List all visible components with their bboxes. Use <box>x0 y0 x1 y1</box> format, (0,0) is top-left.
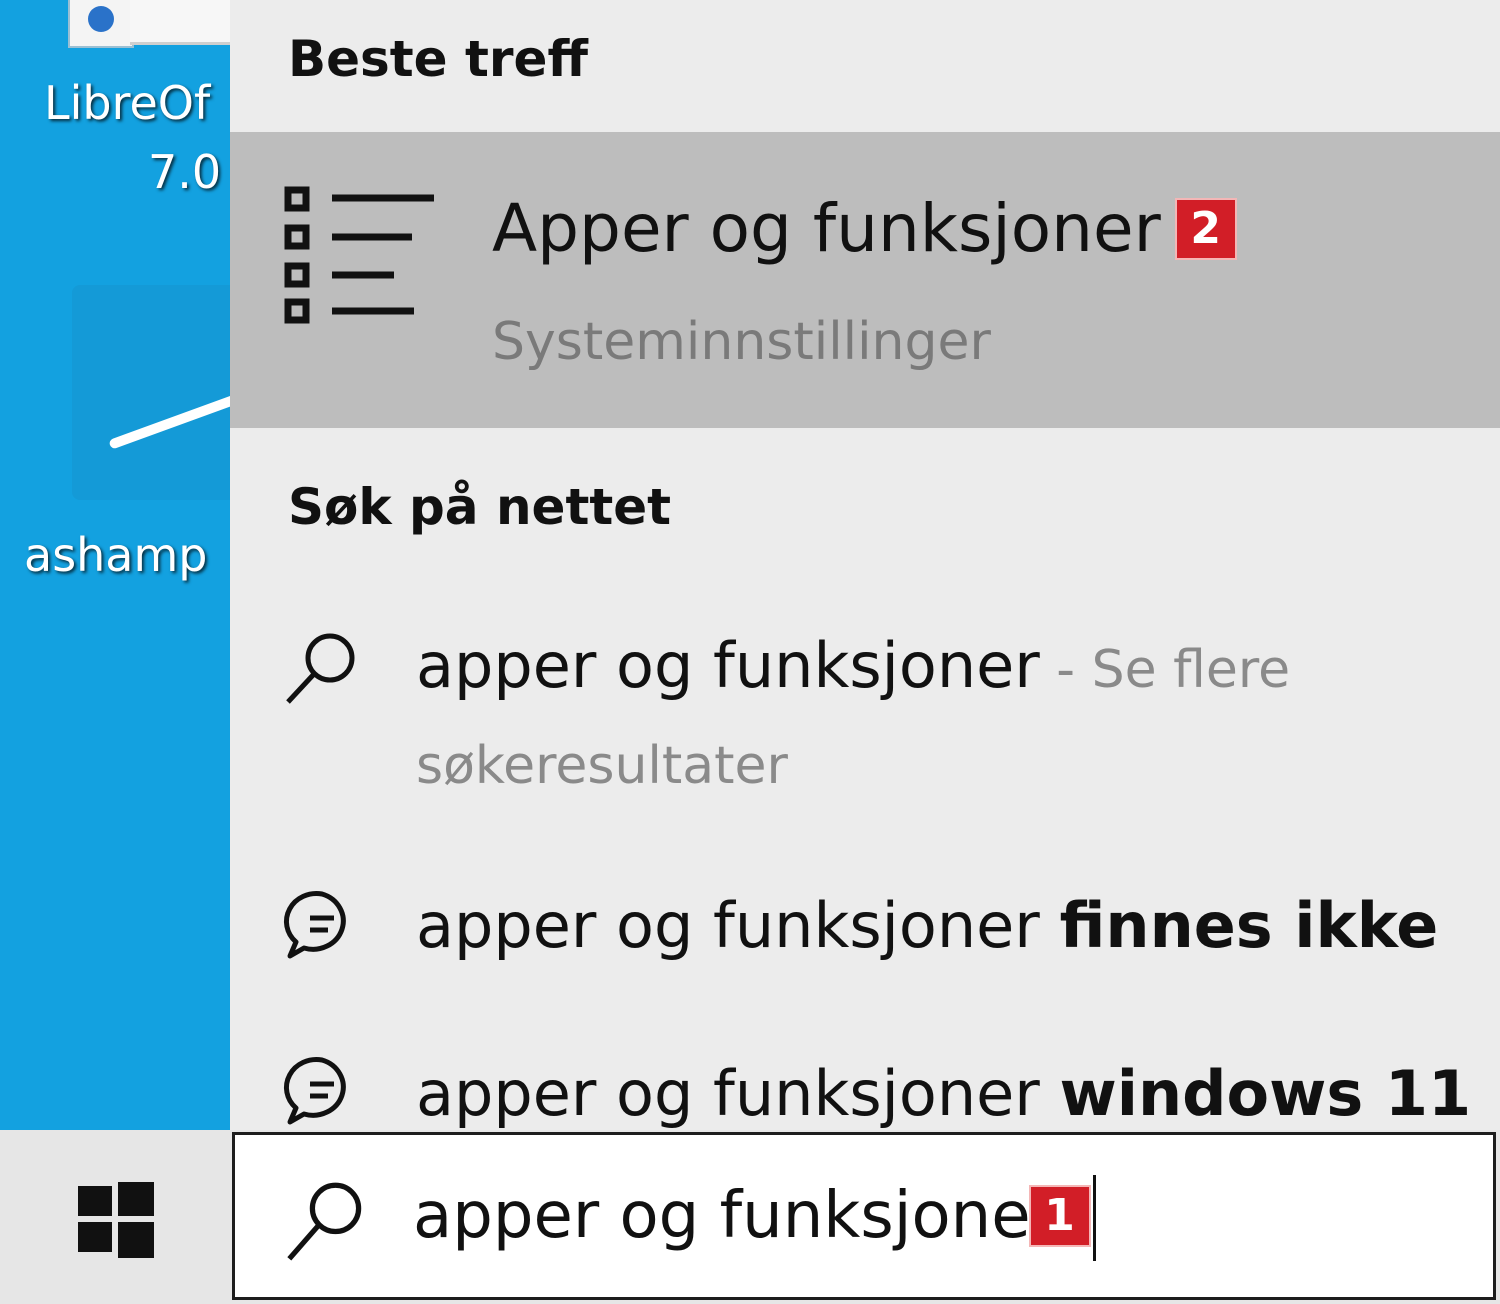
desktop-icon-top[interactable] <box>68 0 134 48</box>
desktop-icon-label-version[interactable]: 7.0 <box>148 145 221 199</box>
step-badge-1: 1 <box>1028 1185 1091 1247</box>
windows-logo-icon <box>78 1182 154 1258</box>
start-button[interactable] <box>0 1130 230 1304</box>
shortcut-arrow-icon <box>88 6 114 32</box>
best-match-subtitle: Systeminnstillinger <box>492 312 991 372</box>
desktop-icon-partial[interactable] <box>130 0 230 45</box>
search-results-panel: Beste treff Apper og funksjoner 2 Systemi… <box>230 0 1500 1132</box>
suggestion-completion: windows 11 <box>1059 1057 1472 1130</box>
best-match-heading: Beste treff <box>288 30 588 88</box>
suggestion-query: apper og funksjoner <box>416 1057 1060 1130</box>
text-caret <box>1092 1175 1096 1261</box>
web-suggestion-row[interactable]: apper og funksjoner windows 11 <box>230 1044 1500 1132</box>
result-query: apper og funksjoner <box>416 629 1040 702</box>
best-match-title: Apper og funksjoner 2 <box>492 190 1237 267</box>
taskbar: apper og funksjone 1 <box>0 1130 1500 1304</box>
search-input[interactable]: apper og funksjone 1 <box>413 1171 1096 1261</box>
taskbar-search-box[interactable]: apper og funksjone 1 <box>232 1132 1496 1300</box>
search-icon <box>287 1182 362 1261</box>
web-suggestion-text: apper og funksjoner windows 11 <box>416 1044 1471 1132</box>
web-suggestion-text: apper og funksjoner finnes ikke <box>416 876 1438 976</box>
chat-bubble-icon <box>284 1057 346 1125</box>
desktop-icon-label[interactable]: LibreOf <box>44 76 210 130</box>
best-match-title-text: Apper og funksjoner <box>492 190 1161 267</box>
result-suffix: - Se flere <box>1039 640 1291 700</box>
step-badge-2: 2 <box>1174 198 1237 260</box>
web-result-text: apper og funksjoner - Se flere <box>416 616 1290 720</box>
desktop-app-icon[interactable] <box>72 285 230 500</box>
desktop: LibreOf 7.0 ashamp <box>0 0 230 1130</box>
result-suffix-line2: søkeresultater <box>416 736 788 796</box>
list-icon <box>284 186 434 324</box>
best-match-item[interactable]: Apper og funksjoner 2 Systeminnstillinger <box>230 132 1500 428</box>
suggestion-completion: finnes ikke <box>1059 889 1439 962</box>
desktop-icon-label-ashampoo[interactable]: ashamp <box>24 528 208 582</box>
suggestion-query: apper og funksjoner <box>416 889 1060 962</box>
search-input-value: apper og funksjone <box>413 1179 1031 1253</box>
web-suggestion-row[interactable]: apper og funksjoner finnes ikke <box>230 876 1500 976</box>
web-search-heading: Søk på nettet <box>288 478 672 536</box>
search-icon <box>286 633 355 704</box>
web-result-row[interactable]: apper og funksjoner - Se flere søkeresul… <box>230 610 1500 820</box>
chat-bubble-icon <box>284 891 346 959</box>
